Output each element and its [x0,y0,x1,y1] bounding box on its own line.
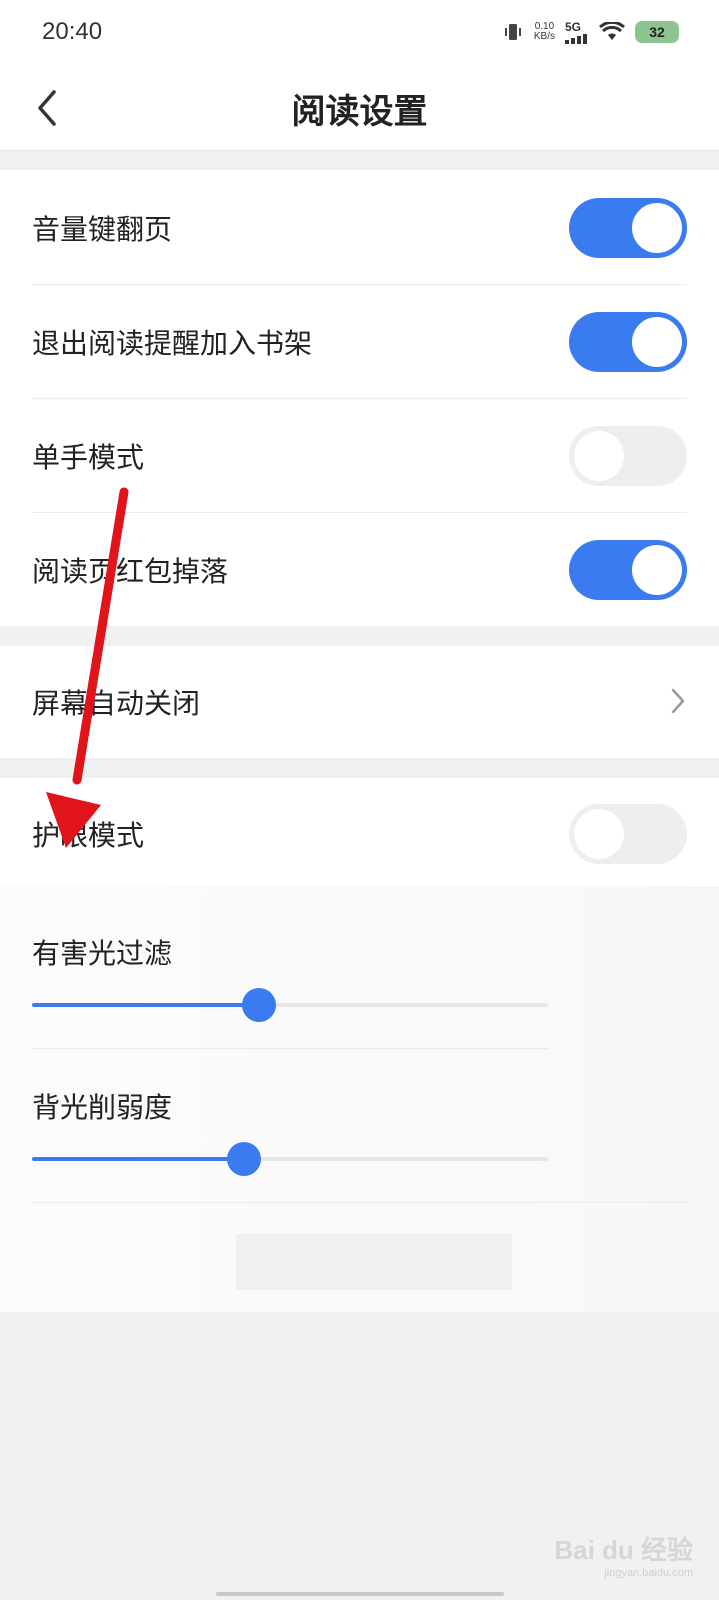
status-icons: 0.10 KB/s 5G 32 [502,18,679,46]
setting-row-red-packet: 阅读页红包掉落 [32,514,687,626]
wifi-icon [599,22,625,40]
divider [32,512,687,513]
setting-label: 单手模式 [32,441,145,474]
slider-fill [32,1003,260,1007]
settings-group-reading: 音量键翻页 退出阅读提醒加入书架 单手模式 阅读页红包掉落 [0,170,719,626]
net-speed: 0.10 KB/s [534,22,555,42]
net-speed-unit: KB/s [533,31,555,42]
harmful-light-label: 有害光过滤 [32,937,173,970]
home-indicator[interactable] [216,1592,504,1596]
toggle-knob [632,317,682,367]
toggle-knob [574,809,624,859]
watermark-main: Bai du 经验 [554,1535,693,1565]
setting-row-exit-remind: 退出阅读提醒加入书架 [32,286,687,398]
settings-group-screen[interactable]: 屏幕自动关闭 [0,646,719,758]
backlight-slider[interactable] [32,1142,548,1176]
setting-row-eye-protection: 护眼模式 [32,778,687,890]
backlight-label: 背光削弱度 [32,1091,173,1124]
divider [32,1048,548,1049]
setting-row-volume-key: 音量键翻页 [32,172,687,284]
setting-label: 屏幕自动关闭 [32,687,201,720]
setting-row-one-hand: 单手模式 [32,400,687,512]
vibrate-icon [504,24,521,40]
toggle-knob [632,545,682,595]
setting-label: 阅读页红包掉落 [32,555,229,588]
status-time: 20:40 [42,18,103,45]
status-bar: 20:40 0.10 KB/s 5G 32 [0,0,719,64]
eye-protection-toggle[interactable] [569,804,687,864]
slider-fill [32,1157,244,1161]
divider [32,1202,687,1203]
placeholder-bar [236,1234,512,1290]
volume-key-toggle[interactable] [569,198,687,258]
setting-row-screen-auto-off[interactable]: 屏幕自动关闭 [32,646,687,758]
setting-label: 退出阅读提醒加入书架 [32,327,313,360]
red-packet-toggle[interactable] [569,540,687,600]
harmful-light-slider[interactable] [32,988,548,1022]
toggle-knob [632,203,682,253]
signal-group: 5G [565,20,589,44]
toggle-knob [574,431,624,481]
one-hand-toggle[interactable] [569,426,687,486]
network-type: 5G [565,20,582,34]
battery-icon: 32 [635,21,679,43]
exit-remind-toggle[interactable] [569,312,687,372]
nav-header: 阅读设置 [0,64,719,151]
page-title: 阅读设置 [291,92,428,132]
slider-thumb[interactable] [242,988,277,1022]
divider [32,284,687,285]
watermark-sub: jingyan.baidu.com [604,1567,693,1579]
setting-label: 护眼模式 [32,819,145,852]
watermark: Bai du 经验 jingyan.baidu.com [554,1530,693,1579]
signal-icon [565,34,587,44]
divider [32,398,687,399]
slider-thumb[interactable] [226,1142,261,1176]
chevron-right-icon [671,688,685,714]
setting-label: 音量键翻页 [32,213,173,246]
